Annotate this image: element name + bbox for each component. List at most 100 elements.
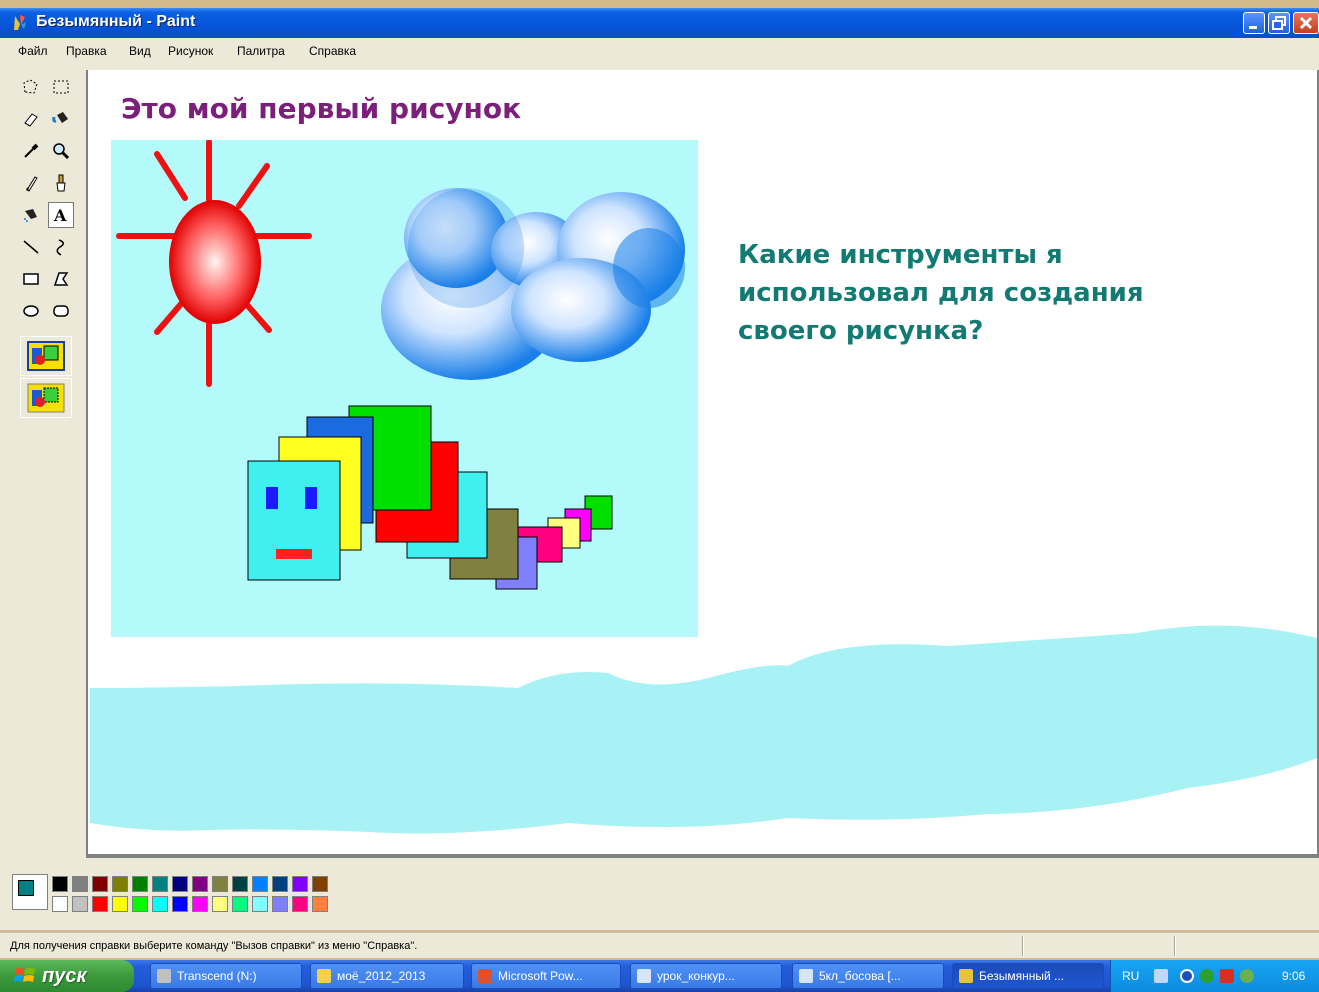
select-icon — [53, 80, 69, 94]
menu-image[interactable]: Рисунок — [168, 44, 213, 58]
pick-color-tool[interactable] — [18, 138, 44, 164]
palette-color-swatch[interactable] — [232, 896, 248, 912]
drive-icon — [157, 969, 171, 983]
menu-file[interactable]: Файл — [18, 44, 48, 58]
task-transcend[interactable]: Transcend (N:) — [150, 963, 302, 989]
minimize-button[interactable] — [1243, 12, 1265, 34]
back-arrow-icon[interactable] — [1180, 969, 1194, 983]
brush-tool[interactable] — [48, 170, 74, 196]
rounded-rectangle-tool[interactable] — [48, 298, 74, 324]
palette-color-swatch[interactable] — [112, 876, 128, 892]
task-paint[interactable]: Безымянный ... — [952, 963, 1104, 989]
status-divider — [1022, 936, 1024, 956]
palette-color-swatch[interactable] — [312, 876, 328, 892]
update-icon[interactable] — [1240, 969, 1254, 983]
menu-view[interactable]: Вид — [129, 44, 151, 58]
palette-color-swatch[interactable] — [52, 896, 68, 912]
opaque-option-icon — [27, 341, 65, 371]
palette-color-swatch[interactable] — [272, 876, 288, 892]
palette-color-swatch[interactable] — [92, 896, 108, 912]
palette-color-swatch[interactable] — [232, 876, 248, 892]
palette-color-swatch[interactable] — [292, 896, 308, 912]
eraser-tool[interactable] — [18, 106, 44, 132]
palette-color-swatch[interactable] — [152, 876, 168, 892]
restore-icon — [1272, 16, 1286, 30]
title-bar[interactable]: Безымянный - Paint — [0, 8, 1319, 38]
opaque-option[interactable] — [20, 336, 72, 376]
palette-color-swatch[interactable] — [132, 876, 148, 892]
menu-edit[interactable]: Правка — [66, 44, 107, 58]
rounded-rectangle-icon — [53, 305, 69, 317]
fill-icon — [52, 112, 68, 123]
clock: 9:06 — [1282, 969, 1306, 983]
status-text: Для получения справки выберите команду "… — [10, 940, 418, 952]
folder-icon — [317, 969, 331, 983]
palette-color-swatch[interactable] — [212, 876, 228, 892]
close-button[interactable] — [1293, 12, 1319, 34]
palette-color-swatch[interactable] — [72, 896, 88, 912]
svg-text:A: A — [53, 206, 67, 225]
pencil-tool[interactable] — [18, 170, 44, 196]
status-bar: Для получения справки выберите команду "… — [0, 932, 1319, 958]
ellipse-tool[interactable] — [18, 298, 44, 324]
palette-color-swatch[interactable] — [312, 896, 328, 912]
free-form-select-tool[interactable] — [18, 74, 44, 100]
language-indicator[interactable]: RU — [1122, 969, 1139, 983]
polygon-icon — [53, 272, 69, 286]
line-tool[interactable] — [18, 234, 44, 260]
palette-color-swatch[interactable] — [152, 896, 168, 912]
transparent-option-icon — [27, 383, 65, 413]
minimize-icon — [1249, 26, 1257, 29]
powerpoint-icon — [478, 969, 492, 983]
palette-color-swatch[interactable] — [132, 896, 148, 912]
eraser-icon — [24, 113, 38, 127]
select-tool[interactable] — [48, 74, 74, 100]
task-document-1[interactable]: урок_конкур... — [630, 963, 782, 989]
palette-color-swatch[interactable] — [212, 896, 228, 912]
foreground-color-swatch[interactable] — [18, 880, 34, 896]
palette-color-swatch[interactable] — [192, 896, 208, 912]
menu-help[interactable]: Справка — [309, 44, 356, 58]
fill-tool[interactable] — [48, 106, 74, 132]
task-label: моё_2012_2013 — [337, 969, 426, 983]
pick-color-icon — [24, 143, 39, 158]
palette-color-swatch[interactable] — [172, 896, 188, 912]
text-icon: A — [53, 206, 67, 225]
security-icon[interactable] — [1220, 969, 1234, 983]
airbrush-tool[interactable] — [18, 202, 44, 228]
magnifier-tool[interactable] — [48, 138, 74, 164]
text-tool[interactable]: A — [48, 202, 74, 228]
palette-color-swatch[interactable] — [172, 876, 188, 892]
palette-color-swatch[interactable] — [192, 876, 208, 892]
cyan-brush-stroke — [90, 625, 1317, 834]
language-bar-icon[interactable] — [1154, 969, 1168, 983]
palette-color-swatch[interactable] — [252, 896, 268, 912]
task-label: Microsoft Pow... — [498, 969, 583, 983]
magnifier-icon — [53, 143, 70, 160]
pencil-icon — [26, 176, 38, 192]
menu-palette[interactable]: Палитра — [237, 44, 285, 58]
task-document-2[interactable]: 5кл_босова [... — [792, 963, 944, 989]
network-icon[interactable] — [1200, 969, 1214, 983]
free-form-select-icon — [23, 79, 38, 94]
palette-color-swatch[interactable] — [72, 876, 88, 892]
palette-color-swatch[interactable] — [252, 876, 268, 892]
polygon-tool[interactable] — [48, 266, 74, 292]
status-divider — [1174, 936, 1176, 956]
task-label: Transcend (N:) — [177, 969, 257, 983]
palette-color-swatch[interactable] — [92, 876, 108, 892]
airbrush-icon — [24, 209, 37, 222]
palette-color-swatch[interactable] — [112, 896, 128, 912]
curve-tool[interactable] — [48, 234, 74, 260]
drawing-picture — [111, 140, 698, 637]
palette-color-swatch[interactable] — [52, 876, 68, 892]
start-button[interactable]: пуск — [0, 960, 134, 992]
rectangle-tool[interactable] — [18, 266, 44, 292]
palette-color-swatch[interactable] — [292, 876, 308, 892]
task-folder[interactable]: моё_2012_2013 — [310, 963, 464, 989]
palette-color-swatch[interactable] — [272, 896, 288, 912]
canvas-question: Какие инструменты я использовал для созд… — [738, 240, 1144, 346]
restore-button[interactable] — [1268, 12, 1290, 34]
transparent-option[interactable] — [20, 378, 72, 418]
task-powerpoint[interactable]: Microsoft Pow... — [471, 963, 621, 989]
